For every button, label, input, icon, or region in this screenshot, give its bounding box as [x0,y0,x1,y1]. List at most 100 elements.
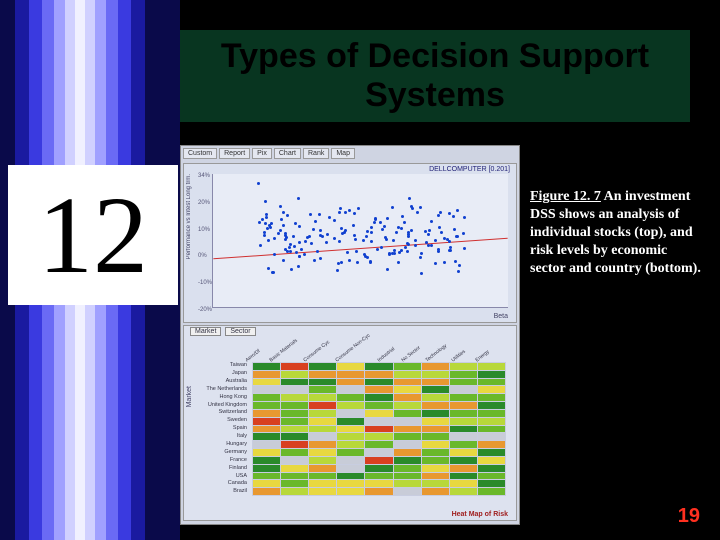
heatmap-cell [253,488,280,495]
heatmap-cell [281,457,308,464]
scatter-point [452,215,455,218]
heatmap-cell [394,441,421,448]
scatter-point [297,197,300,200]
toolbar-button[interactable]: Chart [274,148,301,159]
scatter-point [440,231,443,234]
scatter-point [314,220,317,223]
scatter-chart: DELLCOMPUTER [0.201] Performance vs Inte… [183,163,517,323]
heatmap-cell [309,488,336,495]
heatmap-footer-label: Heat Map of Risk [452,511,508,518]
scatter-point [267,239,270,242]
heatmap-cell [394,379,421,386]
figure-screenshot: CustomReportPixChartRankMap DELLCOMPUTER… [180,145,520,525]
scatter-point [355,250,358,253]
heatmap-cell [281,488,308,495]
toolbar-button[interactable]: Custom [183,148,217,159]
scatter-point [353,212,356,215]
scatter-point [424,230,427,233]
heatmap-cell [422,465,449,472]
heatmap-cell [281,371,308,378]
heatmap-cell [450,457,477,464]
heatmap-cell [309,426,336,433]
scatter-point [290,268,293,271]
scatter-point [312,228,315,231]
scatter-point [340,227,343,230]
heatmap-cell [309,379,336,386]
heatmap-cell [365,473,392,480]
heatmap-cell [365,449,392,456]
heatmap-cell [253,480,280,487]
heatmap-cell [253,386,280,393]
heatmap-cell [309,441,336,448]
heatmap-cell [309,418,336,425]
heatmap-cell [309,457,336,464]
heatmap-cell [394,457,421,464]
heatmap-country-label: Taiwan [190,362,250,370]
scatter-point [310,242,313,245]
heatmap-cell [394,473,421,480]
heatmap-cell [365,480,392,487]
scatter-point [321,235,324,238]
heatmap-country-label: Sweden [190,417,250,425]
heatmap-cell [478,371,505,378]
tab-market: Market [190,327,221,336]
scatter-point [338,211,341,214]
heatmap-cell [253,379,280,386]
scatter-ytick: 34% [198,173,210,179]
heatmap-cell [394,410,421,417]
heatmap-cell [422,394,449,401]
heatmap-cell [478,418,505,425]
heatmap-cell [365,394,392,401]
toolbar-button[interactable]: Report [219,148,250,159]
heatmap-cell [365,379,392,386]
scatter-point [282,211,285,214]
scatter-point [370,240,373,243]
heatmap-cell [253,465,280,472]
scatter-point [443,261,446,264]
heatmap-cell [394,363,421,370]
heatmap-cell [365,441,392,448]
scatter-point [462,232,465,235]
scatter-point [352,224,355,227]
toolbar-button[interactable]: Pix [252,148,272,159]
heatmap-cell [309,480,336,487]
heatmap-cell [281,410,308,417]
heatmap-cell [281,379,308,386]
scatter-point [328,216,331,219]
scatter-point [393,252,396,255]
heatmap-cell [309,363,336,370]
chapter-number: 12 [38,172,148,299]
toolbar-button[interactable]: Rank [303,148,329,159]
heatmap-cell [450,394,477,401]
scatter-point [362,239,365,242]
scatter-point [354,238,357,241]
heatmap-cell [309,433,336,440]
scatter-point [381,228,384,231]
heatmap-cell [478,426,505,433]
heatmap-cell [337,363,364,370]
heatmap-cell [365,457,392,464]
scatter-point [289,243,292,246]
scatter-point [280,218,283,221]
heatmap-cell [253,363,280,370]
heatmap-cell [478,402,505,409]
heatmap-country-label: Australia [190,378,250,386]
heatmap-country-label: France [190,457,250,465]
heatmap-cell [281,363,308,370]
heatmap-cell [394,426,421,433]
scatter-point [339,207,342,210]
scatter-point [344,211,347,214]
toolbar-button[interactable]: Map [331,148,355,159]
scatter-point [400,249,403,252]
scatter-point [348,209,351,212]
heatmap-cell [281,394,308,401]
heatmap-cell [253,433,280,440]
heatmap-cell [253,441,280,448]
heatmap-cell [422,386,449,393]
heatmap-cell [422,426,449,433]
scatter-point [408,197,411,200]
scatter-point [430,244,433,247]
heatmap-country-label: Brazil [190,488,250,496]
heatmap-cell [478,480,505,487]
heatmap-cell [450,488,477,495]
